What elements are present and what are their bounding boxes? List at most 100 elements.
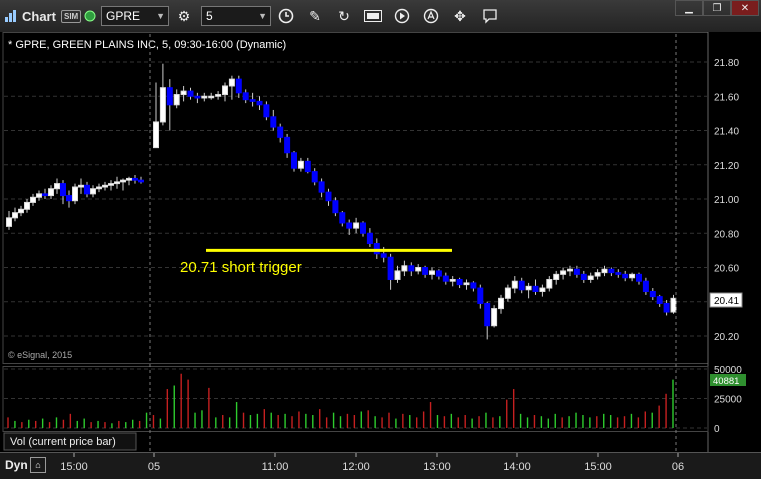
candle-body — [215, 94, 222, 97]
candle-body — [394, 270, 401, 280]
candle-body — [525, 285, 532, 291]
candle-body — [560, 270, 567, 275]
candle-body — [96, 186, 102, 190]
minimize-button[interactable]: ▁ — [675, 0, 703, 16]
candle-body — [463, 282, 470, 286]
candle-body — [484, 302, 491, 327]
candle-body — [108, 183, 114, 186]
candle-body — [546, 278, 553, 289]
candle-body — [304, 160, 311, 173]
candle-body — [66, 195, 72, 202]
chart-area[interactable]: 21.8021.6021.4021.2021.0020.8020.6020.40… — [0, 32, 761, 452]
pencil-icon[interactable]: ✎ — [304, 5, 326, 27]
candle-body — [498, 297, 504, 310]
candle-body — [601, 268, 608, 274]
candle-body — [532, 285, 539, 292]
candle-body — [325, 191, 332, 202]
y-tick-label: 21.00 — [714, 195, 739, 206]
candle-body — [366, 232, 373, 245]
candle-body — [456, 278, 463, 286]
y-tick-label: 21.40 — [714, 127, 739, 138]
symbol-input[interactable]: GPRE ▼ — [101, 6, 169, 26]
restore-button[interactable]: ❐ — [703, 0, 731, 16]
chart-icon — [4, 0, 18, 32]
candle-body — [102, 184, 108, 188]
candle-body — [353, 222, 360, 229]
close-button[interactable]: ✕ — [731, 0, 759, 16]
candle-body — [114, 181, 120, 185]
candle-body — [138, 179, 144, 183]
candle-body — [518, 280, 525, 291]
candle-body — [380, 253, 387, 258]
short-trigger-label: 20.71 short trigger — [180, 259, 302, 276]
x-tick-label: 06 — [672, 461, 684, 473]
y-tick-label: 20.60 — [714, 264, 739, 275]
candle-body — [346, 222, 353, 229]
candle-body — [126, 177, 132, 181]
interval-input[interactable]: 5 ▼ — [201, 6, 271, 26]
candle-body — [408, 265, 415, 272]
candle-body — [435, 270, 442, 277]
candle-body — [180, 90, 187, 96]
play-icon[interactable] — [391, 5, 413, 27]
last-price-label: 20.41 — [714, 296, 739, 307]
y-tick-label: 21.20 — [714, 161, 739, 172]
candle-body — [429, 270, 435, 275]
x-tick-label: 05 — [148, 461, 160, 473]
candle-body — [636, 273, 642, 282]
candle-body — [449, 278, 456, 282]
candle-body — [422, 267, 429, 275]
candle-body — [491, 308, 498, 327]
candle-body — [642, 280, 649, 292]
candle-body — [670, 297, 677, 313]
candle-body — [332, 200, 339, 214]
x-tick-label: 15:00 — [584, 461, 612, 473]
comment-icon[interactable] — [479, 5, 501, 27]
candle-body — [270, 116, 277, 128]
alert-icon[interactable] — [420, 5, 442, 27]
y-tick-label: 21.60 — [714, 92, 739, 103]
candle-body — [24, 201, 30, 210]
candle-body — [470, 282, 477, 289]
candle-body — [442, 275, 449, 282]
y-tick-label: 20.20 — [714, 332, 739, 343]
candle-body — [339, 212, 346, 224]
volume-last-marker: 40881 — [710, 374, 746, 387]
x-tick-label: 13:00 — [423, 461, 451, 473]
candle — [291, 151, 297, 172]
x-tick-label: 14:00 — [503, 461, 531, 473]
candle — [491, 305, 498, 328]
candle-body — [72, 186, 78, 202]
candle-body — [656, 296, 663, 304]
settings-icon[interactable]: ⚙ — [173, 5, 195, 27]
get-icon[interactable] — [362, 5, 384, 27]
candle-body — [580, 273, 587, 280]
candle-body — [615, 272, 622, 275]
candle-body — [277, 126, 284, 138]
toolbar: Chart SIM GPRE ▼ ⚙ 5 ▼ ✎ ↻ ✥ ▁ ❐ ✕ — [0, 0, 761, 33]
tools-icon[interactable]: ✥ — [449, 5, 471, 27]
x-tick-label: 11:00 — [262, 461, 289, 473]
candle-body — [263, 104, 270, 118]
y-tick-label: 20.80 — [714, 229, 739, 240]
time-axis: 15:00 05 11:00 12:00 13:00 14:00 15:00 06 — [60, 453, 684, 473]
candle-body — [242, 92, 249, 101]
candle-body — [30, 196, 36, 203]
candle-body — [90, 188, 96, 195]
candle-body — [54, 183, 60, 190]
link-icon[interactable] — [84, 0, 96, 32]
refresh-icon[interactable]: ↻ — [333, 5, 355, 27]
candle-body — [42, 193, 48, 197]
candle-body — [194, 95, 201, 99]
candle-body — [415, 267, 422, 272]
clock-icon[interactable] — [275, 5, 297, 27]
candle-body — [228, 78, 235, 87]
x-tick-label: 12:00 — [342, 461, 370, 473]
x-tick-label: 15:00 — [60, 461, 88, 473]
candle-body — [256, 100, 263, 106]
candle-body — [173, 94, 180, 106]
volume-tick-label: 25000 — [714, 395, 742, 406]
candle-body — [553, 273, 560, 280]
candle-body — [504, 287, 511, 299]
candle-body — [587, 275, 594, 280]
